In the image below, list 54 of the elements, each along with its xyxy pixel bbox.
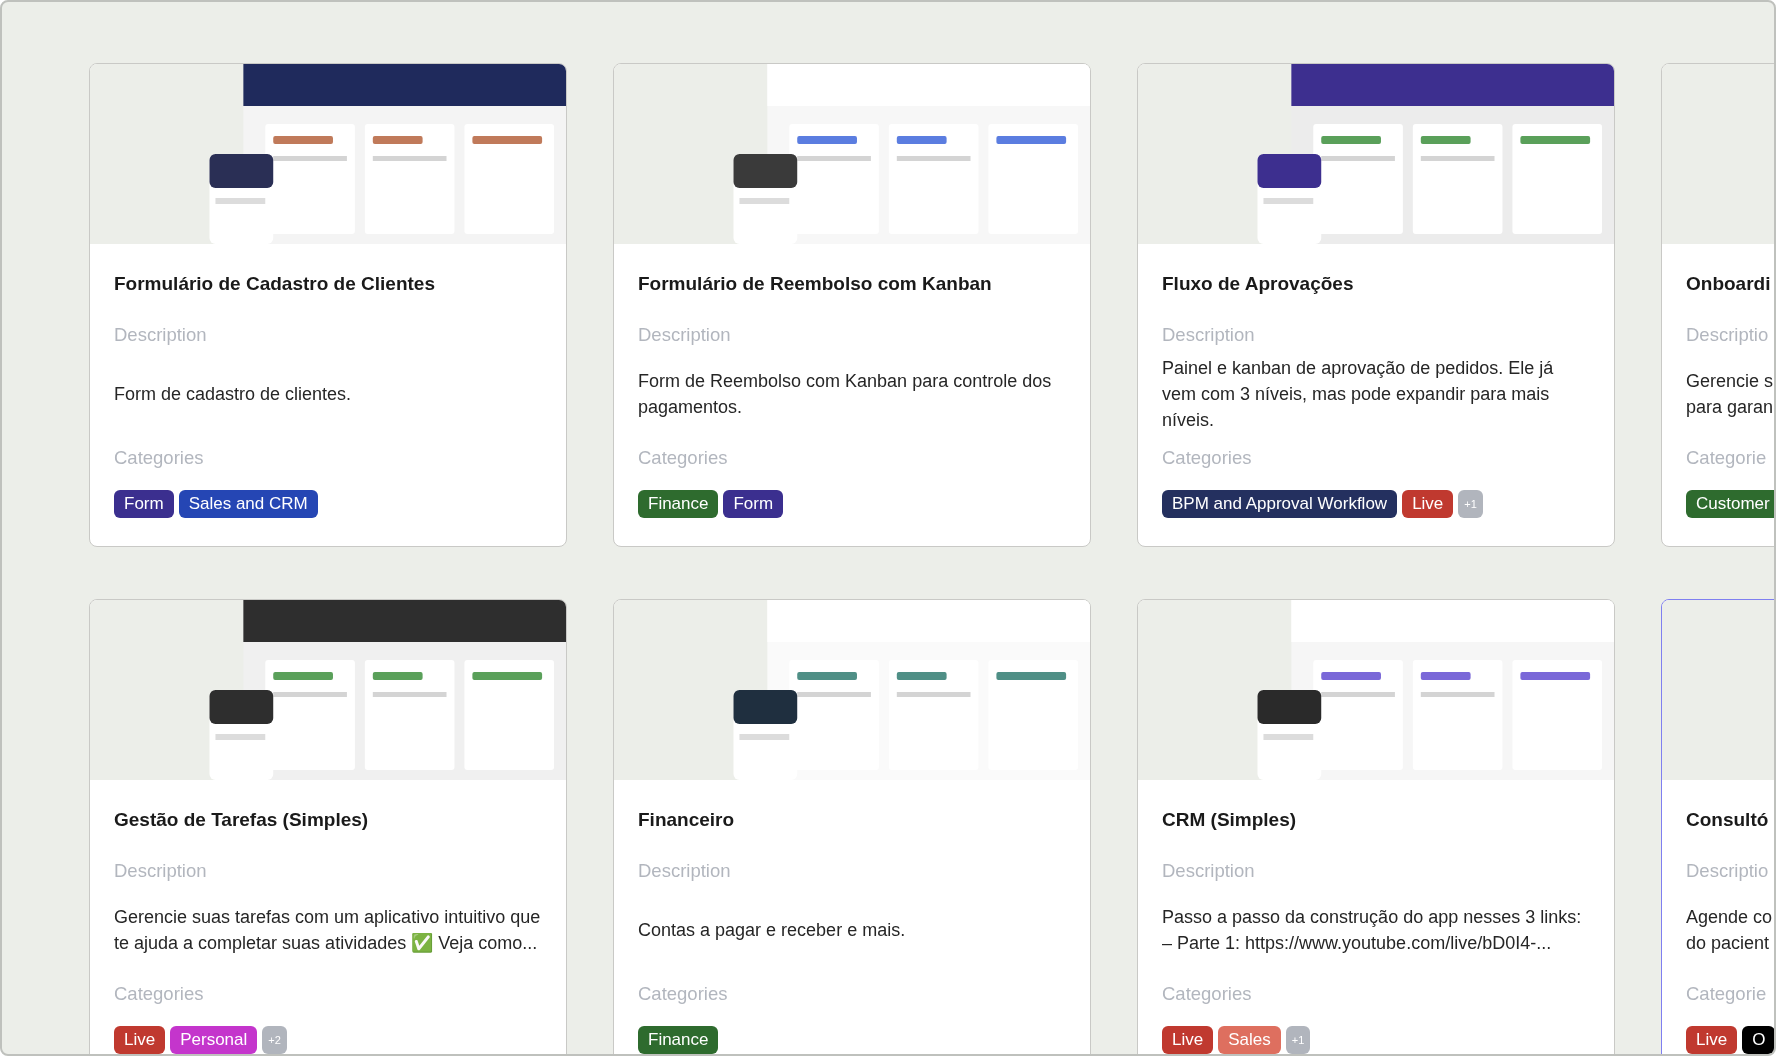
category-tag: BPM and Approval Workflow (1162, 490, 1398, 518)
card-description: Agende co do pacient (1686, 906, 1773, 955)
description-label: Description (1162, 323, 1256, 347)
category-tag: Live (1686, 1026, 1738, 1054)
card-description: Gerencie suas tarefas com um aplicativo intuitivo que te ajuda a completar suas atividades ✅ Veja como... (114, 906, 542, 955)
card-description: Passo a passo da construção do app nesses 3 links: – Parte 1: https://www.youtube.com/live/bD0I4-... (1162, 906, 1582, 955)
card-title: CRM (Simples) (1162, 808, 1298, 832)
category-tag: Live (1402, 490, 1454, 518)
categories-label: Categories (114, 982, 205, 1006)
category-tag: Finance (638, 1026, 719, 1054)
card-description: Gerencie s para garan (1686, 370, 1774, 419)
category-tag: Form (114, 490, 174, 518)
category-tag: O (1742, 1026, 1774, 1054)
template-card[interactable]: Fluxo de Aprovações Description Painel e kanban de aprovação de pedidos. Ele já vem com 3 níveis, mas pode expandir para mais níveis. Categories BPM and Approval Workflow Live +1 (1137, 63, 1615, 547)
category-tag: Live (114, 1026, 166, 1054)
template-card[interactable]: Financeiro Description Contas a pagar e receber e mais. Categories Finance (613, 599, 1091, 1054)
description-label: Descriptio (1686, 323, 1770, 347)
categories-label: Categorie (1686, 446, 1768, 470)
card-title: Onboardi (1686, 272, 1772, 296)
card-description: Painel e kanban de aprovação de pedidos. Ele já vem com 3 níveis, mas pode expandir para mais níveis. (1162, 357, 1555, 432)
description-label: Description (1162, 859, 1256, 883)
categories-label: Categories (114, 446, 205, 470)
category-tag: Customer (1686, 490, 1774, 518)
category-tag: Live (1162, 1026, 1214, 1054)
category-tag: Sales and CRM (178, 490, 318, 518)
categories-label: Categories (638, 446, 729, 470)
template-card[interactable]: Formulário de Reembolso com Kanban Description Form de Reembolso com Kanban para controle dos pagamentos. Categories Finance Form (613, 63, 1091, 547)
card-title: Formulário de Cadastro de Clientes (114, 272, 436, 296)
description-label: Description (114, 323, 208, 347)
categories-label: Categories (638, 982, 729, 1006)
category-tag: Personal (170, 1026, 258, 1054)
template-card[interactable]: Onboardi Descriptio Gerencie s para garan Categorie Customer (1661, 63, 1774, 547)
card-title: Formulário de Reembolso com Kanban (638, 272, 993, 296)
card-description: Form de Reembolso com Kanban para controle dos pagamentos. (638, 370, 1053, 419)
card-description: Contas a pagar e receber e mais. (638, 919, 906, 942)
categories-label: Categories (1162, 446, 1253, 470)
categories-label: Categorie (1686, 982, 1768, 1006)
template-card[interactable]: Consultó Descriptio Agende co do pacient Categorie Live O (1661, 599, 1774, 1054)
card-title: Gestão de Tarefas (Simples) (114, 808, 370, 832)
card-title: Financeiro (638, 808, 736, 832)
template-card[interactable]: Formulário de Cadastro de Clientes Description Form de cadastro de clientes. Categories Form Sales and CRM (89, 63, 567, 547)
description-label: Description (638, 323, 732, 347)
template-card[interactable]: Gestão de Tarefas (Simples) Description Gerencie suas tarefas com um aplicativo intuitivo que te ajuda a completar suas atividades ✅ Veja como... Categories Live Personal +2 (89, 599, 567, 1054)
category-tag: Sales (1218, 1026, 1281, 1054)
card-title: Fluxo de Aprovações (1162, 272, 1355, 296)
category-tag: Form (723, 490, 784, 518)
description-label: Description (114, 859, 208, 883)
card-description: Form de cadastro de clientes. (114, 383, 352, 406)
description-label: Description (638, 859, 732, 883)
categories-label: Categories (1162, 982, 1253, 1006)
card-title: Consultó (1686, 808, 1770, 832)
description-label: Descriptio (1686, 859, 1770, 883)
template-card[interactable]: CRM (Simples) Description Passo a passo da construção do app nesses 3 links: – Parte 1: https://www.youtube.com/live/bD0I4-... Categories Live Sales +1 (1137, 599, 1615, 1054)
category-tag: Finance (638, 490, 719, 518)
